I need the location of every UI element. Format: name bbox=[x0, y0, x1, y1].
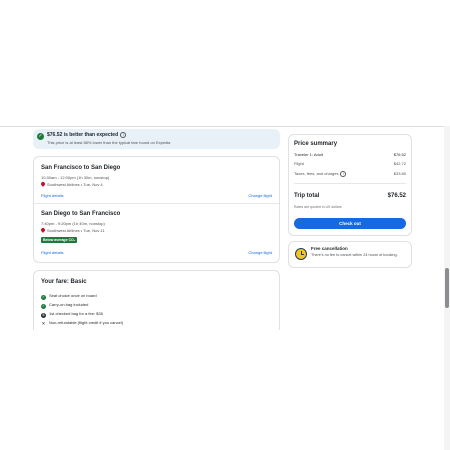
outbound-times: 10:30am - 12:00pm (1h 30m, nonstop) bbox=[41, 175, 110, 180]
southwest-logo-icon bbox=[40, 227, 46, 233]
fare-item: ✓ Carry-on bag included bbox=[41, 302, 88, 309]
traveler-price: $76.52 bbox=[393, 152, 406, 157]
dollar-icon: $ bbox=[41, 313, 46, 318]
fare-item-text: Carry-on bag included bbox=[49, 302, 89, 307]
currency-note: Rates are quoted in US dollars bbox=[294, 205, 342, 209]
fare-item-text: Non-refundable (flight credit if you can… bbox=[49, 320, 124, 325]
check-icon: ✓ bbox=[41, 295, 46, 300]
flight-price-value: $42.72 bbox=[393, 161, 406, 166]
return-change-flight-link[interactable]: Change flight bbox=[248, 250, 272, 255]
page-top-divider bbox=[0, 126, 444, 127]
check-out-button[interactable]: Check out bbox=[294, 218, 406, 229]
outbound-change-flight-link[interactable]: Change flight bbox=[248, 193, 272, 198]
fare-item: ✕ Non-refundable (flight credit if you ca… bbox=[41, 320, 123, 326]
fare-item-text: 1st checked bag for a fee: $35 bbox=[49, 311, 103, 316]
fare-item-text: Seat choice once on board bbox=[49, 293, 97, 298]
return-flight-details-link[interactable]: Flight details bbox=[41, 250, 63, 255]
flights-card: San Francisco to San Diego 10:30am - 12:… bbox=[33, 156, 280, 263]
southwest-logo-icon bbox=[40, 181, 46, 187]
taxes-label-text: Taxes, fees, and charges bbox=[294, 171, 339, 176]
scrollbar[interactable] bbox=[444, 126, 450, 450]
fare-card: Your fare: Basic ✓ Seat choice once on bo… bbox=[33, 270, 280, 330]
return-times: 7:40pm - 9:20pm (1h 40m, nonstop) bbox=[41, 221, 105, 226]
price-summary-title: Price summary bbox=[294, 141, 338, 147]
outbound-route: San Francisco to San Diego bbox=[41, 165, 121, 171]
fare-item: ✓ Seat choice once on board bbox=[41, 293, 97, 300]
outbound-airline-text: Southwest Airlines • Tue, Nov 4 bbox=[47, 182, 103, 187]
traveler-label: Traveler 1: Adult bbox=[294, 152, 323, 157]
outbound-airline: Southwest Airlines • Tue, Nov 4 bbox=[40, 181, 103, 187]
outbound-flight-details-link[interactable]: Flight details bbox=[41, 193, 63, 198]
co2-badge: Below average CO₂ bbox=[41, 237, 78, 243]
info-icon[interactable]: i bbox=[340, 171, 347, 177]
fare-title: Your fare: Basic bbox=[41, 279, 87, 285]
return-airline-text: Southwest Airlines • Tue, Nov 11 bbox=[47, 228, 105, 233]
price-insight-subtitle: This price is at least 58% lower than th… bbox=[47, 140, 171, 145]
clock-icon bbox=[295, 248, 307, 260]
free-cancellation-card: Free cancellation There's no fee to canc… bbox=[288, 241, 412, 268]
summary-divider bbox=[294, 183, 406, 184]
check-icon: ✓ bbox=[41, 304, 46, 309]
price-insight-title-text: $76.52 is better than expected bbox=[47, 132, 119, 138]
flight-divider bbox=[34, 203, 279, 204]
free-cancellation-title: Free cancellation bbox=[311, 246, 348, 251]
x-icon: ✕ bbox=[41, 321, 46, 326]
flight-price-label: Flight bbox=[294, 161, 304, 166]
return-airline: Southwest Airlines • Tue, Nov 11 bbox=[40, 227, 105, 233]
fare-item: $1st checked bag for a fee: $35 bbox=[41, 311, 103, 318]
scrollbar-thumb[interactable] bbox=[445, 268, 449, 308]
price-insight-banner: ✓ $76.52 is better than expected i This p… bbox=[33, 129, 280, 149]
info-icon[interactable]: i bbox=[120, 132, 127, 138]
free-cancellation-subtitle: There's no fee to cancel within 24 hours… bbox=[311, 253, 398, 257]
trip-total-value: $76.52 bbox=[387, 193, 406, 199]
trip-total-label: Trip total bbox=[294, 193, 320, 199]
check-circle-icon: ✓ bbox=[37, 133, 44, 140]
taxes-label: Taxes, fees, and charges i bbox=[294, 171, 347, 177]
return-route: San Diego to San Francisco bbox=[41, 211, 121, 217]
price-insight-title: $76.52 is better than expected i bbox=[47, 132, 127, 138]
taxes-value: $33.80 bbox=[393, 171, 406, 176]
price-summary-card: Price summary Traveler 1: Adult $76.52 F… bbox=[288, 134, 412, 236]
